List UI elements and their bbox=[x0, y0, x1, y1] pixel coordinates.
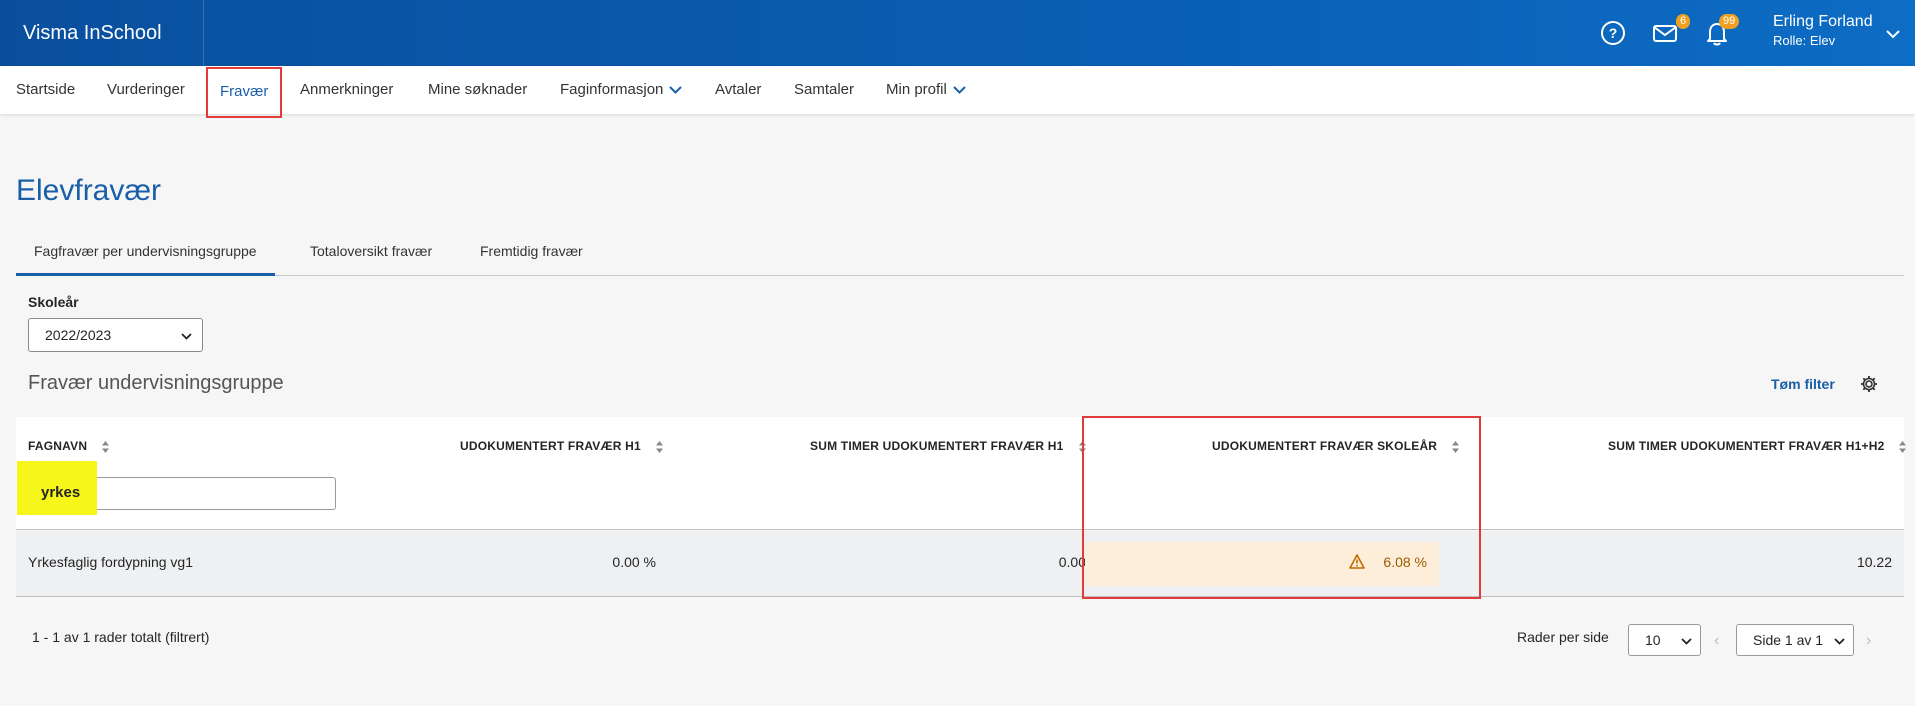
clear-filter-link[interactable]: Tøm filter bbox=[1771, 376, 1835, 392]
chevron-down-icon bbox=[669, 66, 683, 114]
page-select[interactable]: Side 1 av 1 bbox=[1736, 624, 1854, 656]
page-value: Side 1 av 1 bbox=[1753, 632, 1824, 648]
svg-text:?: ? bbox=[1609, 25, 1618, 41]
tab-bar: Fagfravær per undervisningsgruppe Totalo… bbox=[16, 236, 1904, 276]
user-role: Rolle: Elev bbox=[1773, 33, 1836, 48]
section-title: Fravær undervisningsgruppe bbox=[28, 372, 284, 394]
cell-subject: Yrkesfaglig fordypning vg1 bbox=[28, 554, 193, 570]
messages-badge: 6 bbox=[1676, 14, 1691, 29]
column-header-hours-h1[interactable]: SUM TIMER UDOKUMENTERT FRAVÆR H1 bbox=[810, 439, 1087, 454]
top-bar: Visma InSchool ? 6 99 Erling Forland Rol… bbox=[0, 0, 1915, 66]
column-header-hours-h1h2[interactable]: SUM TIMER UDOKUMENTERT FRAVÆR H1+H2 bbox=[1608, 439, 1907, 454]
school-year-value: 2022/2023 bbox=[45, 327, 112, 343]
nav-item-faginformasjon[interactable]: Faginformasjon bbox=[560, 66, 683, 114]
school-year-select[interactable]: 2022/2023 bbox=[28, 318, 203, 352]
nav-item-min-profil[interactable]: Min profil bbox=[886, 66, 966, 114]
column-header-label: SUM TIMER UDOKUMENTERT FRAVÆR H1+H2 bbox=[1608, 439, 1885, 453]
notifications-badge: 99 bbox=[1719, 14, 1740, 29]
column-header-absence-h1[interactable]: UDOKUMENTERT FRAVÆR H1 bbox=[460, 439, 664, 454]
chevron-down-icon bbox=[181, 319, 192, 351]
cell-hours-h1h2: 10.22 bbox=[1856, 554, 1892, 570]
chevron-left-icon[interactable]: ‹ bbox=[1714, 632, 1719, 650]
chevron-right-icon[interactable]: › bbox=[1866, 632, 1871, 650]
nav-item-faginformasjon-label: Faginformasjon bbox=[560, 81, 664, 98]
column-header-label: SUM TIMER UDOKUMENTERT FRAVÆR H1 bbox=[810, 439, 1064, 453]
column-highlight-box bbox=[1082, 416, 1481, 599]
nav-item-vurderinger[interactable]: Vurderinger bbox=[107, 66, 185, 114]
chevron-down-icon bbox=[1681, 625, 1692, 655]
nav-item-min-profil-label: Min profil bbox=[886, 81, 947, 98]
subject-filter-input[interactable]: yrkes bbox=[17, 461, 336, 515]
app-title[interactable]: Visma InSchool bbox=[0, 0, 204, 66]
nav-item-anmerkninger[interactable]: Anmerkninger bbox=[300, 66, 393, 114]
sort-icon[interactable] bbox=[101, 440, 110, 454]
nav-item-fravaer[interactable]: Fravær bbox=[206, 67, 283, 118]
tab-fremtidig[interactable]: Fremtidig fravær bbox=[462, 236, 601, 276]
school-year-label: Skoleår bbox=[28, 294, 79, 310]
main-nav: Startside Vurderinger Fravær Anmerkninge… bbox=[0, 66, 1915, 118]
column-header-label: UDOKUMENTERT FRAVÆR H1 bbox=[460, 439, 641, 453]
nav-item-mine-soknader[interactable]: Mine søknader bbox=[428, 66, 527, 114]
nav-item-startside[interactable]: Startside bbox=[16, 66, 75, 114]
chevron-down-icon[interactable] bbox=[1886, 26, 1900, 44]
tab-fagfravaer[interactable]: Fagfravær per undervisningsgruppe bbox=[16, 236, 275, 276]
cell-absence-h1: 0.00 % bbox=[612, 554, 656, 570]
mail-icon[interactable] bbox=[1652, 20, 1678, 46]
chevron-down-icon bbox=[1834, 625, 1845, 655]
table-row[interactable]: Yrkesfaglig fordypning vg1 0.00 % 0.00 6… bbox=[16, 531, 1904, 597]
chevron-down-icon bbox=[953, 66, 966, 114]
gear-icon[interactable] bbox=[1860, 375, 1878, 398]
table-header: FAGNAVN UDOKUMENTERT FRAVÆR H1 SUM TIMER… bbox=[16, 417, 1907, 530]
rows-per-page-label: Rader per side bbox=[1517, 629, 1609, 645]
column-header-label: FAGNAVN bbox=[28, 439, 88, 453]
page-title: Elevfravær bbox=[16, 174, 162, 207]
rows-per-page-value: 10 bbox=[1645, 632, 1661, 648]
subject-filter-value: yrkes bbox=[41, 484, 81, 501]
nav-item-samtaler[interactable]: Samtaler bbox=[794, 66, 854, 114]
tab-totaloversikt[interactable]: Totaloversikt fravær bbox=[292, 236, 450, 276]
nav-item-avtaler[interactable]: Avtaler bbox=[715, 66, 761, 114]
user-name: Erling Forland bbox=[1773, 13, 1873, 30]
column-header-subject[interactable]: FAGNAVN bbox=[28, 439, 110, 454]
help-icon[interactable]: ? bbox=[1600, 20, 1626, 46]
rows-per-page-select[interactable]: 10 bbox=[1628, 624, 1701, 656]
sort-icon[interactable] bbox=[655, 440, 664, 454]
user-menu[interactable]: Erling Forland Rolle: Elev bbox=[1773, 13, 1873, 48]
sort-icon[interactable] bbox=[1898, 440, 1907, 454]
row-count-text: 1 - 1 av 1 rader totalt (filtrert) bbox=[32, 629, 210, 645]
